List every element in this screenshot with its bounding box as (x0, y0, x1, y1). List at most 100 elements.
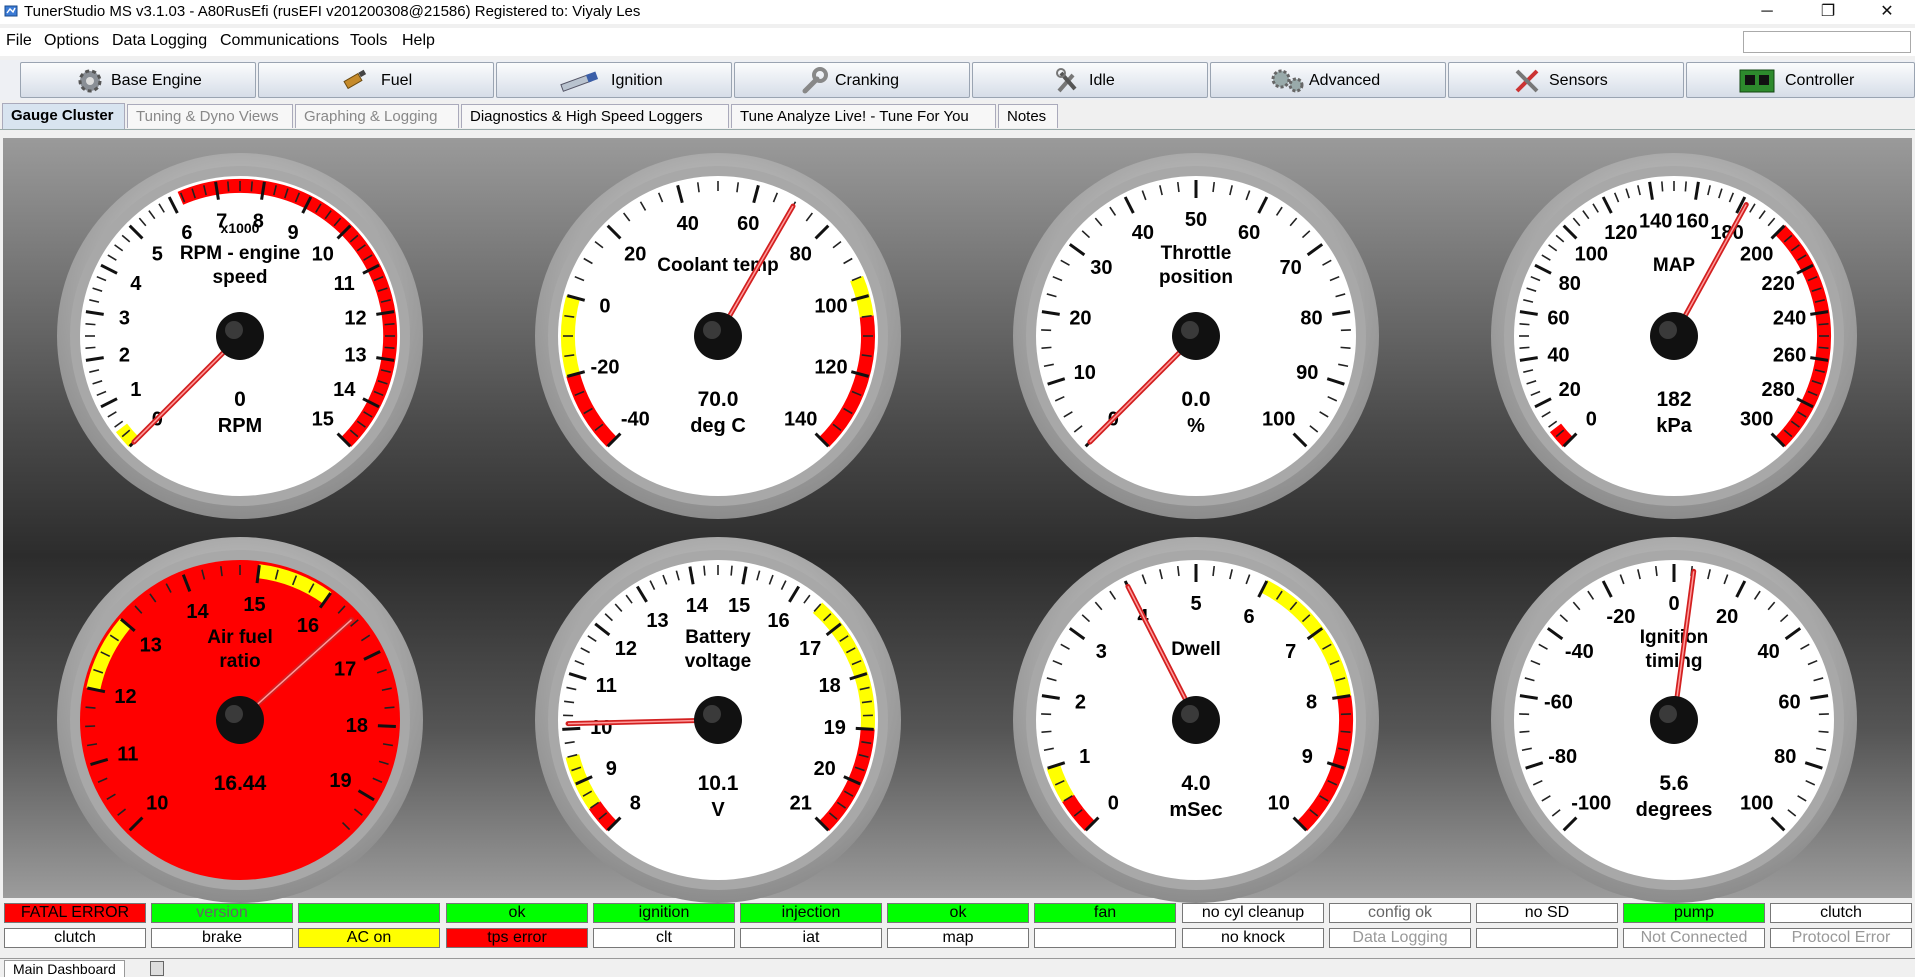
gauge-tick-major (856, 728, 874, 729)
menu-data-logging[interactable]: Data Logging (112, 32, 207, 50)
gauge-tick-label: 14 (186, 601, 209, 623)
indicator-light: injection (740, 903, 882, 923)
close-button[interactable]: ✕ (1864, 0, 1910, 24)
gauge-coolant-temp[interactable]: -40-20020406080100120140Coolant temp70.0… (533, 151, 903, 521)
base-engine-button[interactable]: Base Engine (20, 62, 256, 98)
gauge-multiplier: x1000 (221, 220, 260, 236)
screwdriver-wrench-icon (1513, 67, 1543, 95)
gauge-hub-highlight (225, 705, 243, 723)
gauge-tick-minor (731, 566, 732, 576)
gauge-dwell[interactable]: 012345678910Dwell4.0mSec (1011, 535, 1381, 905)
gear-icon (75, 67, 105, 95)
gauge-tick-label: 3 (1096, 641, 1107, 663)
gauge-tick-label: 12 (114, 686, 136, 708)
idle-button[interactable]: Idle (972, 62, 1208, 98)
gauge-hub-highlight (1659, 321, 1677, 339)
gauge-tick-label: 18 (346, 715, 368, 737)
base-engine-label: Base Engine (111, 72, 202, 90)
gauge-tick-label: 10 (146, 793, 168, 815)
gauge-title: Battery (685, 627, 751, 648)
menu-tools[interactable]: Tools (350, 32, 387, 50)
gauge-units: degrees (1636, 799, 1713, 821)
gauge-title: Dwell (1171, 639, 1221, 660)
gauge-tick-label: 100 (814, 296, 847, 318)
indicator-light: Protocol Error (1770, 928, 1912, 948)
gauge-tick-minor (228, 181, 229, 191)
indicator-light: clt (593, 928, 735, 948)
gauge-title: timing (1646, 651, 1703, 672)
gauge-hub-highlight (1181, 321, 1199, 339)
gauge-tick-label: 4 (130, 273, 142, 295)
gauge-tick-label: 10 (1268, 793, 1290, 815)
gauge-tick-minor (1341, 731, 1351, 732)
gauge-tick-label: 100 (1262, 409, 1295, 431)
injector-icon (339, 67, 369, 95)
gauge-battery-voltage[interactable]: 89101112131415161718192021Batteryvoltage… (533, 535, 903, 905)
advanced-label: Advanced (1309, 72, 1380, 90)
gauge-tick-label: 80 (1774, 746, 1796, 768)
gauge-ignition-timing[interactable]: -100-80-60-40-20020406080100Ignitiontimi… (1489, 535, 1859, 905)
gauge-tick-major (378, 726, 396, 727)
gauge-rpm[interactable]: 0123456789101112131415RPM - enginespeedx… (55, 151, 425, 521)
tab-notes[interactable]: Notes (998, 104, 1058, 128)
gauge-tick-label: 40 (677, 213, 699, 235)
indicator-light: clutch (4, 928, 146, 948)
gauge-map[interactable]: 0204060801001201401601802002202402602803… (1489, 151, 1859, 521)
sensors-button[interactable]: Sensors (1448, 62, 1684, 98)
cranking-button[interactable]: Cranking (734, 62, 970, 98)
gauge-tick-label: 40 (1132, 222, 1154, 244)
gauge-tick-minor (1819, 731, 1829, 732)
menu-bar: File Options Data Logging Communications… (0, 28, 1915, 56)
gauge-air-fuel-ratio[interactable]: 10111213141516171819Air fuelratio16.44 (55, 535, 425, 905)
gauge-hub-highlight (703, 321, 721, 339)
gauge-hub-highlight (1659, 705, 1677, 723)
tab-gauge-cluster[interactable]: Gauge Cluster (2, 103, 125, 129)
fuel-button[interactable]: Fuel (258, 62, 494, 98)
ignition-button[interactable]: Ignition (496, 62, 732, 98)
tab-tune-analyze-live[interactable]: Tune Analyze Live! - Tune For You (731, 104, 996, 128)
gauge-tick-label: 0 (599, 296, 610, 318)
gauge-tick-label: 0 (1108, 793, 1119, 815)
menu-options[interactable]: Options (44, 32, 99, 50)
tab-graphing-logging[interactable]: Graphing & Logging (295, 104, 459, 128)
controller-button[interactable]: Controller (1686, 62, 1915, 98)
gauge-tick-label: 5 (1190, 593, 1201, 615)
gauge-tick-label: 10 (1074, 362, 1096, 384)
gauge-tick-label: 80 (1300, 308, 1322, 330)
gauge-tick-minor (1041, 731, 1051, 732)
indicator-light: clutch (1770, 903, 1912, 923)
advanced-button[interactable]: Advanced (1210, 62, 1446, 98)
gauge-tick-label: 13 (646, 610, 668, 632)
gauge-tick-label: 14 (333, 379, 356, 401)
gauge-tick-label: 20 (814, 758, 836, 780)
app-icon (4, 4, 18, 18)
gauge-title: Throttle (1161, 243, 1232, 264)
gauge-tick-major (562, 728, 580, 729)
gauge-tick-minor (1662, 181, 1663, 191)
indicator-light: config ok (1329, 903, 1471, 923)
indicator-light: Data Logging (1329, 928, 1471, 948)
window-title: TunerStudio MS v3.1.03 - A80RusEfi (rusE… (24, 3, 640, 20)
gauge-tick-label: 20 (624, 243, 646, 265)
search-input[interactable] (1743, 31, 1911, 53)
dashboard-options-icon[interactable] (150, 961, 164, 976)
gauge-title: MAP (1653, 255, 1696, 276)
menu-file[interactable]: File (6, 32, 32, 50)
menu-help[interactable]: Help (402, 32, 435, 50)
maximize-button[interactable]: ❐ (1805, 0, 1851, 24)
gauge-tick-label: 10 (312, 243, 334, 265)
minimize-button[interactable]: ─ (1744, 0, 1790, 24)
menu-communications[interactable]: Communications (220, 32, 339, 50)
gauge-tick-minor (1519, 324, 1529, 325)
tab-diagnostics[interactable]: Diagnostics & High Speed Loggers (461, 104, 729, 128)
gauge-value-text: 4.0 (1181, 772, 1210, 795)
indicator-light (298, 903, 440, 923)
gauge-tick-label: 7 (1285, 641, 1296, 663)
fuel-label: Fuel (381, 72, 412, 90)
gauge-tick-label: 120 (1604, 222, 1637, 244)
tab-tuning-dyno-views[interactable]: Tuning & Dyno Views (127, 104, 293, 128)
gauge-tick-label: 80 (790, 243, 812, 265)
gauge-throttle-position[interactable]: 0102030405060708090100Throttleposition0.… (1011, 151, 1381, 521)
indicator-light: no SD (1476, 903, 1618, 923)
tab-main-dashboard[interactable]: Main Dashboard (4, 960, 125, 977)
